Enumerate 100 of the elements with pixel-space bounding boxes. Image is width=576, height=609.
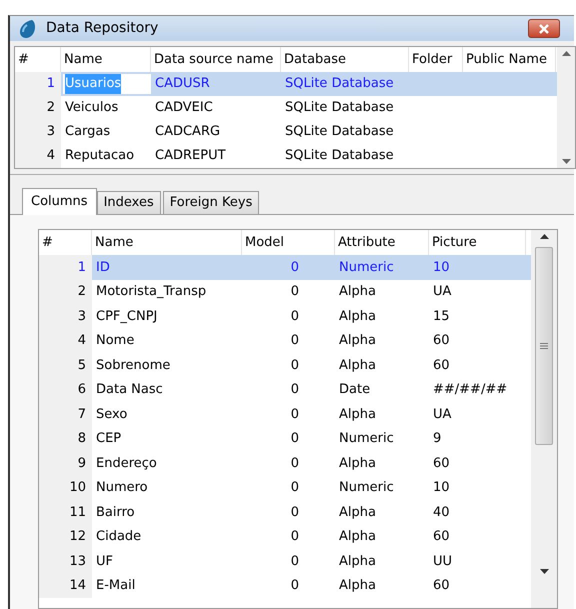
table-cell-text: SQLite Database <box>284 99 395 118</box>
app-icon <box>18 18 36 38</box>
table-cell-text: 0 <box>290 454 300 472</box>
scrollbar[interactable] <box>557 47 575 168</box>
close-button[interactable] <box>528 19 560 38</box>
table-row[interactable]: 6 Data Nasc 0 Date ##/##/## <box>39 378 531 402</box>
scroll-thumb[interactable] <box>535 247 553 445</box>
table-cell-text: 10 <box>432 258 451 276</box>
table-cell-text: 0 <box>290 577 300 595</box>
table-row[interactable]: 2 Motorista_Transp 0 Alpha UA <box>39 280 531 304</box>
row-number: 13 <box>69 552 86 570</box>
table-cell-text: Alpha <box>338 356 377 374</box>
table-cell-text: 0 <box>290 552 300 570</box>
row-number: 9 <box>78 454 86 472</box>
table-cell-text: CEP <box>95 430 122 448</box>
row-number: 2 <box>78 283 86 301</box>
table-cell-text: 60 <box>432 577 451 595</box>
table-row[interactable]: 2 Veiculos CADVEIC SQLite Database <box>15 96 557 120</box>
table-cell-text: CADCARG <box>154 123 222 142</box>
tab[interactable]: Foreign Keys <box>162 191 260 214</box>
table-cell-text: Alpha <box>338 552 377 570</box>
scrollbar[interactable] <box>531 230 557 608</box>
table-cell-text: Alpha <box>338 332 377 350</box>
table-row[interactable]: 11 Bairro 0 Alpha 40 <box>39 500 531 524</box>
table-cell-text: SQLite Database <box>284 123 395 142</box>
table-row[interactable]: 12 Cidade 0 Alpha 60 <box>39 524 531 549</box>
table-cell-text: Nome <box>95 332 136 350</box>
table-cell-text: 0 <box>290 356 300 374</box>
row-number: 11 <box>69 504 86 522</box>
table-cell-text: CADVEIC <box>154 99 214 118</box>
table-row[interactable]: 7 Sexo 0 Alpha UA <box>39 402 531 426</box>
table-cell-text: E-Mail <box>95 577 136 595</box>
table-cell-text: Veiculos <box>64 99 120 118</box>
table-cell-text: Alpha <box>338 577 377 595</box>
table-row[interactable]: 1 Usuarios CADUSR SQLite Database <box>15 72 557 96</box>
table-cell-text: Alpha <box>338 454 377 472</box>
row-number: 7 <box>78 406 86 424</box>
table-cell-text: 0 <box>290 479 300 497</box>
table-cell-text: Alpha <box>338 308 377 326</box>
scroll-up-icon[interactable] <box>562 51 570 56</box>
table-cell-text: Numero <box>95 479 149 497</box>
row-number: 3 <box>78 308 86 326</box>
tab[interactable]: Indexes <box>96 191 161 214</box>
table-cell-text: 0 <box>290 258 300 276</box>
row-number: 1 <box>78 258 86 276</box>
table-row[interactable]: 3 CPF_CNPJ 0 Alpha 15 <box>39 304 531 328</box>
table-row[interactable]: 13 UF 0 Alpha UU <box>39 549 531 574</box>
table-cell-text: 10 <box>432 479 451 497</box>
table-cell-text: Endereço <box>95 454 158 472</box>
row-number: 6 <box>78 381 86 399</box>
table-cell-text: Motorista_Transp <box>95 283 208 301</box>
table-cell-text: 0 <box>290 381 300 399</box>
table-cell-text: Numeric <box>338 479 395 497</box>
row-number: 4 <box>46 147 55 166</box>
table-cell-text: Alpha <box>338 406 377 424</box>
table-cell-text: 60 <box>432 332 451 350</box>
table-cell-text: 60 <box>432 454 451 472</box>
table-cell-text: CADUSR <box>154 75 211 94</box>
table-row[interactable]: 10 Numero 0 Numeric 10 <box>39 476 531 500</box>
table-cell-text: CADREPUT <box>154 147 227 166</box>
table-cell-text: 0 <box>290 504 300 522</box>
table-cell-text: Bairro <box>95 504 136 522</box>
table-row[interactable]: 9 Endereço 0 Alpha 60 <box>39 451 531 476</box>
scroll-up-icon[interactable] <box>540 234 548 239</box>
table-cell-text: 9 <box>432 430 442 448</box>
table-row[interactable]: 5 Sobrenome 0 Alpha 60 <box>39 353 531 378</box>
row-number: 12 <box>69 528 86 546</box>
table-row[interactable]: 1 ID 0 Numeric 10 <box>39 255 531 280</box>
table-row[interactable]: 14 E-Mail 0 Alpha 60 <box>39 574 531 598</box>
table-cell-text: Cargas <box>64 123 112 142</box>
scroll-down-icon[interactable] <box>540 569 548 574</box>
table-row[interactable]: 8 CEP 0 Numeric 9 <box>39 426 531 451</box>
table-cell-text: SQLite Database <box>284 147 395 166</box>
table-cell-text: UA <box>432 406 452 424</box>
table-cell-text: Reputacao <box>64 147 136 166</box>
table-cell-text: 15 <box>432 308 451 326</box>
table-cell-text: Alpha <box>338 528 377 546</box>
table-cell-text: 0 <box>290 332 300 350</box>
table-cell-text: 0 <box>290 283 300 301</box>
table-cell-text: Sexo <box>95 406 128 424</box>
table-cell-text: ##/##/## <box>432 381 508 399</box>
table-cell-text: Numeric <box>338 430 395 448</box>
table-cell-text: 60 <box>432 356 451 374</box>
row-number: 3 <box>46 123 55 142</box>
table-cell-text: Alpha <box>338 504 377 522</box>
table-cell-text: UF <box>95 552 114 570</box>
row-number: 1 <box>46 75 55 94</box>
table-cell-text: Data Nasc <box>95 381 164 399</box>
scroll-down-icon[interactable] <box>562 159 570 164</box>
table-row[interactable]: 3 Cargas CADCARG SQLite Database <box>15 120 557 144</box>
window-title: Data Repository <box>46 19 158 38</box>
row-number: 8 <box>78 430 86 448</box>
table-cell-text: Cidade <box>95 528 142 546</box>
table-cell-text: SQLite Database <box>284 75 395 94</box>
table-cell-text: ID <box>95 258 111 276</box>
table-row[interactable]: 4 Reputacao CADREPUT SQLite Database <box>15 144 557 168</box>
close-icon[interactable] <box>538 24 550 34</box>
table-row[interactable]: 4 Nome 0 Alpha 60 <box>39 328 531 353</box>
tab[interactable]: Columns <box>22 188 97 215</box>
table-cell-text: Date <box>338 381 372 399</box>
